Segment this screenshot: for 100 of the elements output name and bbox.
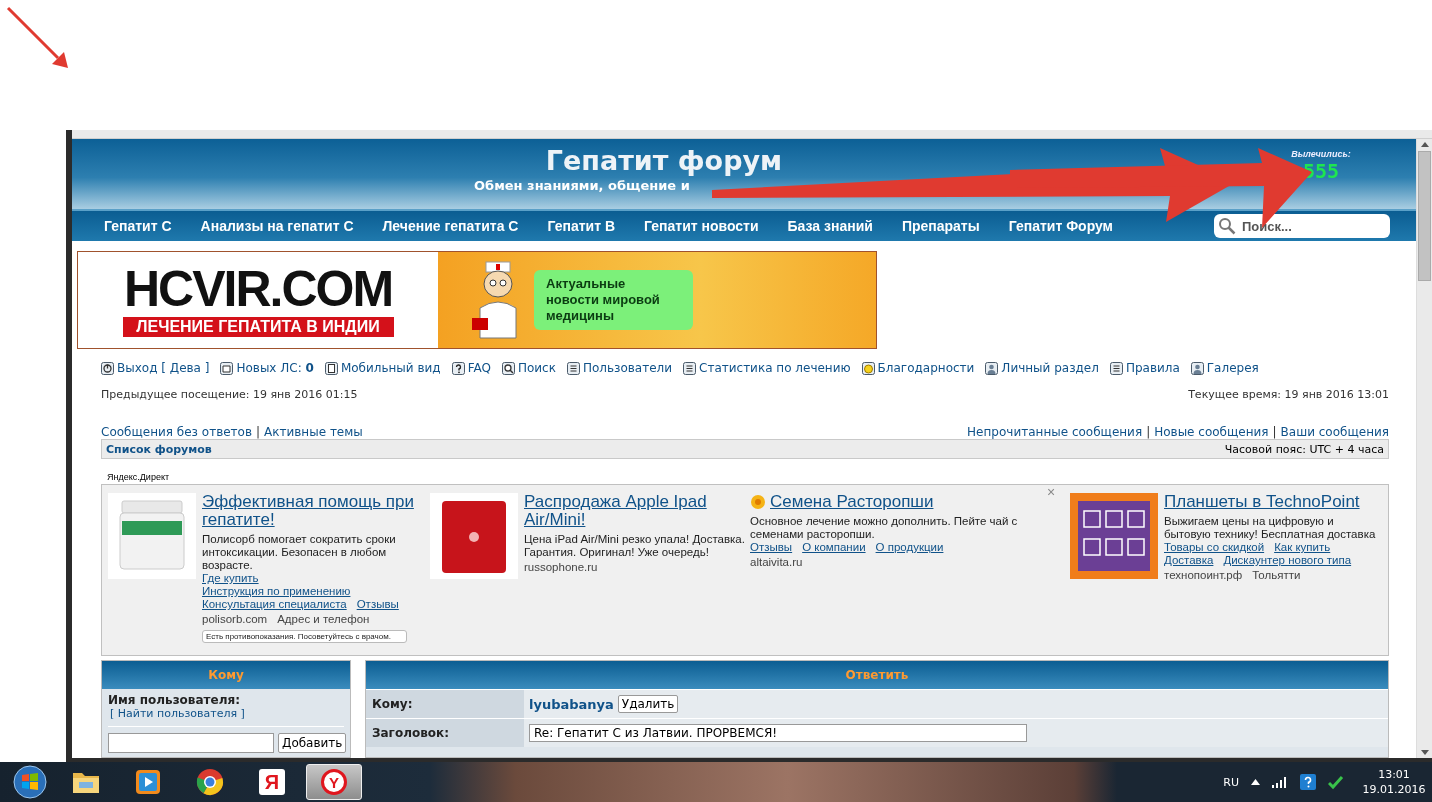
clock-time: 13:01 xyxy=(1378,767,1410,782)
current-time-text: Текущее время: 19 янв 2016 13:01 xyxy=(1188,388,1389,401)
nav-link[interactable]: База знаний xyxy=(787,218,873,234)
language-indicator[interactable]: RU xyxy=(1223,775,1239,789)
timezone-text: Часовой пояс: UTC + 4 часа xyxy=(1224,442,1384,456)
ad-link[interactable]: О компании xyxy=(802,541,866,554)
media-player-icon xyxy=(134,768,162,796)
list-icon xyxy=(1109,361,1123,375)
nav-link[interactable]: Препараты xyxy=(901,218,980,234)
windows-logo-icon xyxy=(12,764,48,800)
ad-text: Полисорб помогает сократить сроки интоксикации. Безопасен в любом возрасте. xyxy=(202,533,397,572)
nav-link[interactable]: Гепатит С xyxy=(104,218,172,234)
row-label: Кому: xyxy=(366,690,524,718)
network-check-icon[interactable] xyxy=(1328,774,1344,790)
nav-link[interactable]: Гепатит новости xyxy=(644,218,759,234)
ad-title-link[interactable]: Эффективная помощь при гепатите! xyxy=(202,493,430,529)
find-user-link[interactable]: [ Найти пользователя ] xyxy=(110,707,344,720)
banner-logo: HCVIR.COM xyxy=(123,263,393,315)
ad-footer-text: Адрес и телефон xyxy=(277,613,370,626)
ad-link[interactable]: Дискаунтер нового типа xyxy=(1223,554,1352,567)
forum-title: Гепатит форум xyxy=(545,145,783,177)
ad-link[interactable]: Консультация специалиста xyxy=(202,598,347,611)
search-field[interactable]: Поиск... xyxy=(1214,214,1390,238)
user-menu-link[interactable]: Личный раздел xyxy=(985,361,1099,375)
panel-header: Кому xyxy=(102,661,350,689)
scroll-up-icon[interactable] xyxy=(1420,142,1429,147)
ads-label: Яндекс.Директ xyxy=(107,472,171,482)
nav-link[interactable]: Анализы на гепатит С xyxy=(200,218,354,234)
row-label: Заголовок: xyxy=(366,719,524,747)
nav-link[interactable]: Гепатит Форум xyxy=(1008,218,1113,234)
power-icon xyxy=(101,361,114,375)
taskbar-app[interactable]: Y xyxy=(306,764,362,800)
person-icon xyxy=(1190,361,1204,375)
banner-tagline: ЛЕЧЕНИЕ ГЕПАТИТА В ИНДИИ xyxy=(122,317,394,337)
user-menu-link[interactable]: Правила xyxy=(1109,361,1180,375)
ad-banner[interactable]: HCVIR.COM ЛЕЧЕНИЕ ГЕПАТИТА В ИНДИИ Актуальные новости мировой медицины xyxy=(77,251,877,349)
scroll-thumb[interactable] xyxy=(1418,151,1431,281)
user-menu-link[interactable]: Новых ЛС: 0 xyxy=(220,361,314,375)
forum-list-link[interactable]: Список форумов xyxy=(106,442,212,456)
separator: | xyxy=(1272,425,1277,439)
user-menu-link[interactable]: Выход [ Дева ] xyxy=(101,361,210,375)
clock[interactable]: 13:01 19.01.2016 xyxy=(1364,767,1424,797)
help-icon[interactable] xyxy=(1300,774,1316,790)
ad-footer-text: Тольятти xyxy=(1252,569,1301,582)
remove-button[interactable]: Удалить xyxy=(617,695,679,713)
taskbar-app[interactable]: Я xyxy=(244,764,300,800)
ad-link[interactable]: Инструкция по применению xyxy=(202,585,351,598)
ad-title-link[interactable]: Планшеты в TechnoPoint xyxy=(1164,493,1382,511)
phone-icon xyxy=(324,361,338,375)
clock-date: 19.01.2016 xyxy=(1362,782,1426,797)
person-icon xyxy=(985,361,999,375)
user-menu-link[interactable]: Пользователи xyxy=(566,361,672,375)
flower-icon xyxy=(750,494,766,510)
previous-visit-text: Предыдущее посещение: 19 янв 2016 01:15 xyxy=(101,388,358,401)
list-icon xyxy=(566,361,580,375)
add-button[interactable]: Добавить xyxy=(278,733,347,753)
panel-header: Ответить xyxy=(366,661,1388,689)
ad-footer-text: altaivita.ru xyxy=(750,556,803,569)
recipient-name[interactable]: lyubabanya xyxy=(529,696,614,712)
quick-link[interactable]: Непрочитанные сообщения xyxy=(967,425,1143,439)
help-icon xyxy=(451,361,465,375)
ad-link[interactable]: Где купить xyxy=(202,572,259,585)
ad-text: Выжигаем цены на цифровую и бытовую технику! Бесплатная доставка xyxy=(1164,515,1377,541)
cured-count: 555 xyxy=(1302,159,1340,183)
ad-text: Основное лечение можно дополнить. Пейте чай с семенами расторопши. xyxy=(750,515,1019,541)
browser-icon xyxy=(196,768,224,796)
user-menu-link[interactable]: Мобильный вид xyxy=(324,361,441,375)
caret-icon[interactable] xyxy=(1251,779,1260,785)
ad-link[interactable]: Доставка xyxy=(1164,554,1214,567)
ad-link[interactable]: Как купить xyxy=(1274,541,1331,554)
user-menu-link[interactable]: Благодарности xyxy=(861,361,975,375)
ad-title-link[interactable]: Распродажа Apple Ipad Air/Mini! xyxy=(524,493,750,529)
nav-link[interactable]: Лечение гепатита С xyxy=(382,218,519,234)
ad-link[interactable]: Отзывы xyxy=(356,598,399,611)
separator: | xyxy=(1146,425,1151,439)
signal-icon[interactable] xyxy=(1272,776,1288,788)
list-icon xyxy=(683,361,696,375)
ad-link[interactable]: Товары со скидкой xyxy=(1164,541,1265,554)
cured-label: Вылечились: xyxy=(1291,149,1351,159)
scrollbar[interactable] xyxy=(1416,139,1432,758)
ad-footer-text: технопоинт.рф xyxy=(1164,569,1243,582)
search-icon xyxy=(1218,217,1236,235)
quick-link[interactable]: Новые сообщения xyxy=(1154,425,1269,439)
user-menu-link[interactable]: Поиск xyxy=(501,361,556,375)
quick-link[interactable]: Сообщения без ответов xyxy=(101,425,252,439)
user-menu-link[interactable]: Галерея xyxy=(1190,361,1259,375)
nav-link[interactable]: Гепатит В xyxy=(547,218,615,234)
quick-link[interactable]: Активные темы xyxy=(264,425,363,439)
ad-warning: Есть противопоказания. Посоветуйтесь с врачом. xyxy=(202,630,407,643)
scroll-down-icon[interactable] xyxy=(1420,750,1429,755)
quick-link[interactable]: Ваши сообщения xyxy=(1280,425,1389,439)
ad-footer-text: russophone.ru xyxy=(524,561,598,574)
ad-footer-text: polisorb.com xyxy=(202,613,268,626)
ad-text: Цена iPad Air/Mini резко упала! Доставка. Гарантия. Оригинал! Уже очередь! xyxy=(524,533,746,559)
username-input[interactable] xyxy=(108,733,274,753)
ad-link[interactable]: Отзывы xyxy=(750,541,793,554)
ad-link[interactable]: О продукции xyxy=(875,541,944,554)
user-menu-link[interactable]: Статистика по лечению xyxy=(683,361,851,375)
subject-input[interactable]: Re: Гепатит С из Латвии. ПРОРВЕМСЯ! xyxy=(529,724,1027,742)
user-menu-link[interactable]: FAQ xyxy=(451,361,491,375)
